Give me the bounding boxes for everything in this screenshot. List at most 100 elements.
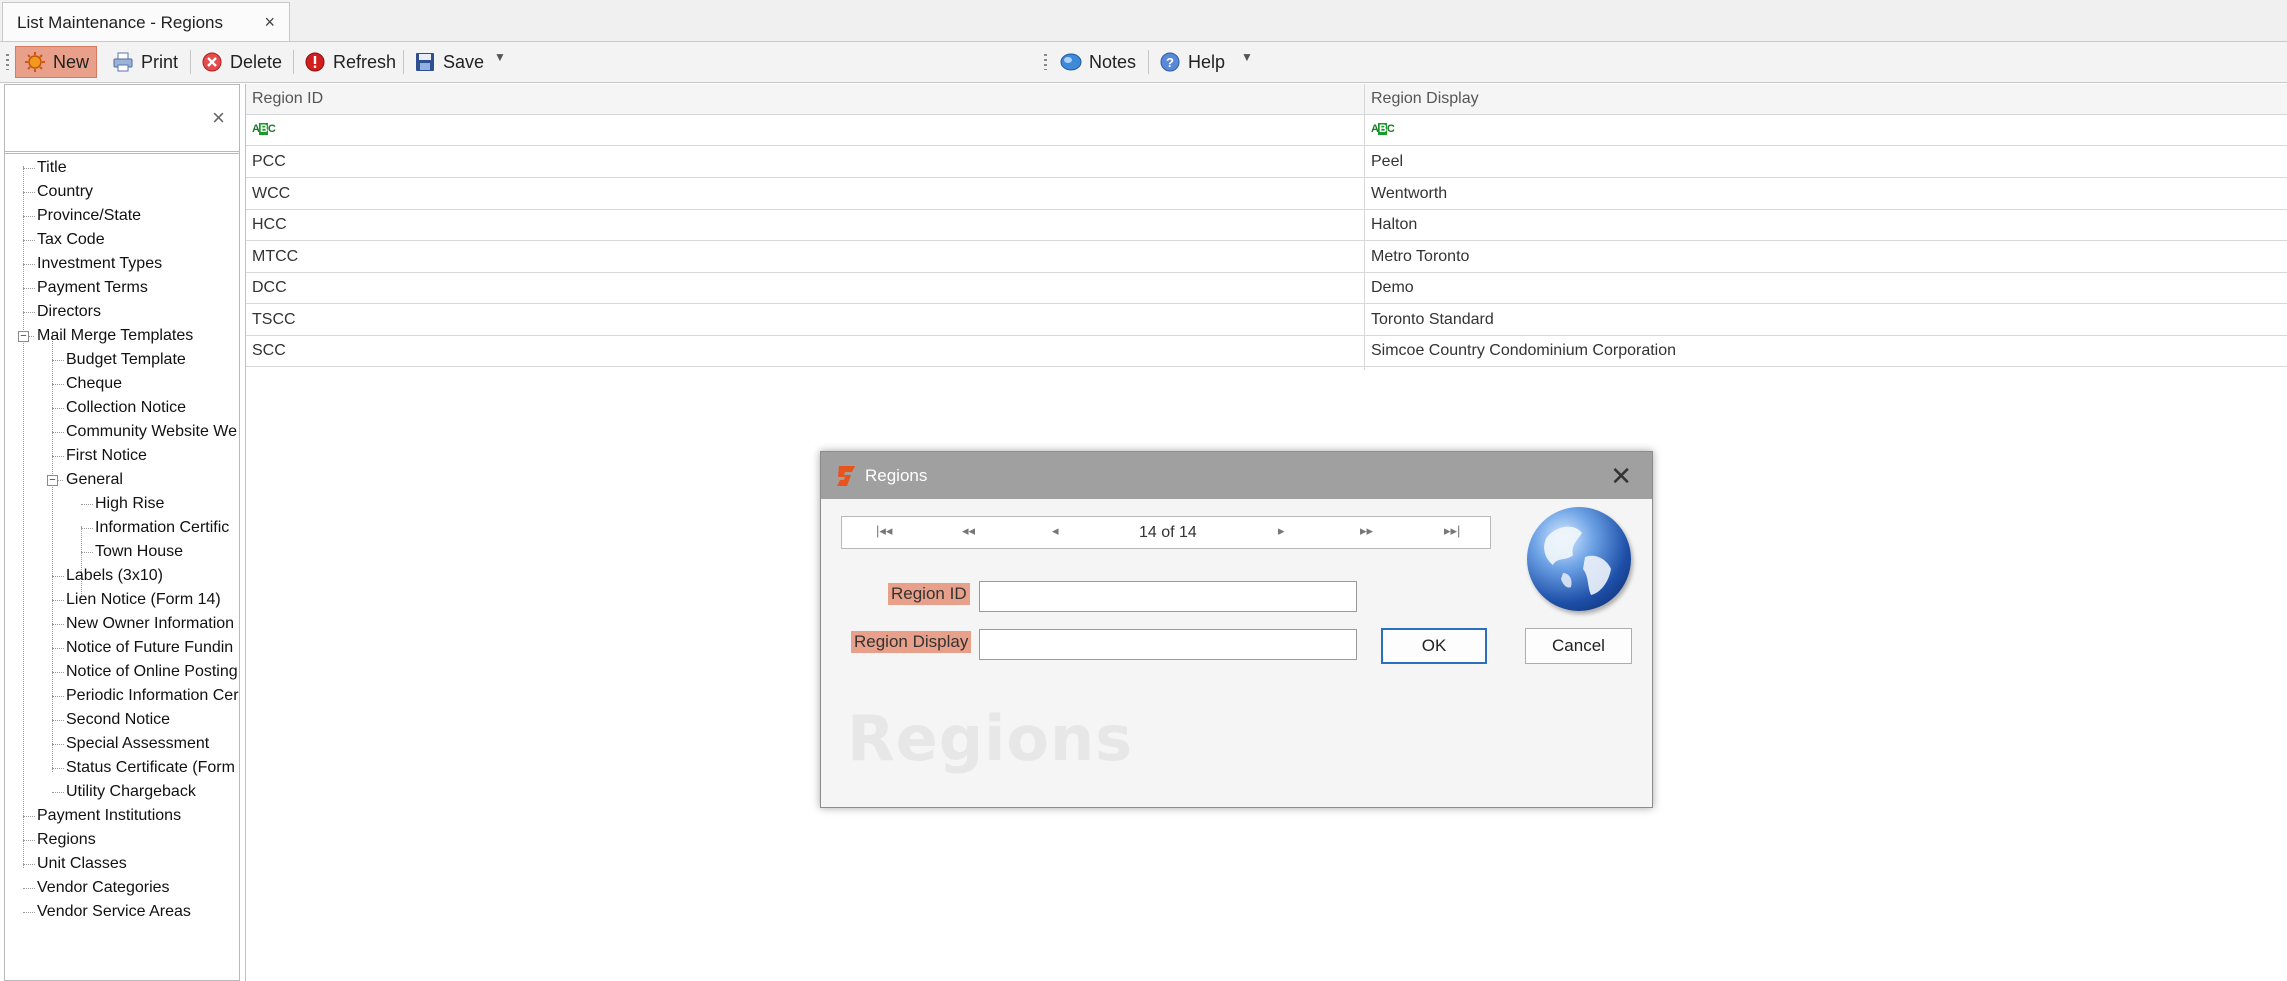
- tree-item[interactable]: Status Certificate (Form: [66, 756, 235, 780]
- tree-item[interactable]: Notice of Future Fundin: [66, 636, 233, 660]
- printer-icon: [112, 51, 134, 73]
- previous-record-icon[interactable]: ◂: [1052, 523, 1059, 539]
- tree-connector: [23, 864, 35, 865]
- column-header-region-id[interactable]: Region ID: [252, 90, 323, 108]
- tree-connector: [52, 648, 64, 649]
- tree-item[interactable]: Unit Classes: [37, 852, 127, 876]
- delete-label: Delete: [230, 51, 283, 72]
- tree-item[interactable]: Vendor Categories: [37, 876, 170, 900]
- tree-item[interactable]: Community Website We: [66, 420, 237, 444]
- record-position: 14 of 14: [1139, 524, 1197, 541]
- region-id-field[interactable]: [979, 581, 1357, 612]
- help-button[interactable]: ? Help: [1151, 46, 1233, 78]
- tree-item[interactable]: High Rise: [95, 492, 164, 516]
- tree-item[interactable]: Payment Institutions: [37, 804, 181, 828]
- collapse-minus-icon[interactable]: −: [18, 331, 29, 342]
- notes-button[interactable]: Notes: [1052, 46, 1144, 78]
- tree-item[interactable]: Payment Terms: [37, 276, 148, 300]
- cell-region-id[interactable]: TSCC: [252, 311, 296, 329]
- cell-region-display[interactable]: Peel: [1371, 153, 1403, 171]
- table-row[interactable]: TSCC Toronto Standard: [246, 304, 2287, 336]
- cell-region-id[interactable]: SCC: [252, 342, 286, 360]
- collapse-minus-icon[interactable]: −: [47, 475, 58, 486]
- tree-item[interactable]: Vendor Service Areas: [37, 900, 191, 924]
- tree-item[interactable]: Lien Notice (Form 14): [66, 588, 221, 612]
- save-button[interactable]: Save: [406, 46, 492, 78]
- dialog-close-icon[interactable]: ✕: [1610, 461, 1632, 492]
- refresh-button[interactable]: Refresh: [296, 46, 404, 78]
- filter-abc-icon[interactable]: ABC: [252, 123, 276, 135]
- tree-item[interactable]: Special Assessment: [66, 732, 209, 756]
- tree-connector: [52, 360, 64, 361]
- new-button[interactable]: New: [15, 46, 97, 78]
- cell-region-display[interactable]: Demo: [1371, 279, 1414, 297]
- dialog-title-bar[interactable]: Regions ✕: [821, 452, 1652, 499]
- tab-list-maintenance-regions[interactable]: List Maintenance - Regions ×: [2, 2, 290, 41]
- tree-connector: [23, 912, 35, 913]
- previous-page-icon[interactable]: ◂◂: [962, 523, 975, 539]
- tree-item[interactable]: Cheque: [66, 372, 122, 396]
- tree-item[interactable]: Utility Chargeback: [66, 780, 196, 804]
- cell-region-display[interactable]: Halton: [1371, 216, 1417, 234]
- region-display-field[interactable]: [979, 629, 1357, 660]
- tree-connector: [23, 888, 35, 889]
- panel-header: ×: [5, 85, 239, 152]
- tree-item[interactable]: Collection Notice: [66, 396, 186, 420]
- tree-connector: [52, 384, 64, 385]
- toolbar-grip[interactable]: [1044, 54, 1047, 70]
- table-row[interactable]: WCC Wentworth: [246, 178, 2287, 210]
- tree-item[interactable]: Tax Code: [37, 228, 105, 252]
- table-row[interactable]: PCC Peel: [246, 146, 2287, 178]
- cell-region-id[interactable]: PCC: [252, 153, 286, 171]
- toolbar-separator: [403, 50, 404, 74]
- tree-item[interactable]: Town House: [95, 540, 183, 564]
- cell-region-display[interactable]: Wentworth: [1371, 185, 1447, 203]
- tree-item[interactable]: Periodic Information Cer: [66, 684, 239, 708]
- cell-region-id[interactable]: DCC: [252, 279, 287, 297]
- first-record-icon[interactable]: |◂◂: [876, 523, 892, 539]
- last-record-icon[interactable]: ▸▸|: [1444, 523, 1460, 539]
- cancel-button[interactable]: Cancel: [1525, 628, 1632, 664]
- tree-item[interactable]: Second Notice: [66, 708, 170, 732]
- tree-item[interactable]: Country: [37, 180, 93, 204]
- column-header-region-display[interactable]: Region Display: [1371, 90, 1479, 108]
- tree-item[interactable]: Regions: [37, 828, 96, 852]
- cell-region-display[interactable]: Simcoe Country Condominium Corporation: [1371, 342, 1676, 360]
- filter-abc-icon[interactable]: ABC: [1371, 123, 1395, 135]
- tree-item[interactable]: Information Certific: [95, 516, 229, 540]
- tree-connector: [52, 600, 64, 601]
- print-button[interactable]: Print: [104, 46, 186, 78]
- next-record-icon[interactable]: ▸: [1278, 523, 1285, 539]
- navigation-panel: × Title Country Province/State Tax Code Inve…: [4, 84, 240, 981]
- cell-region-display[interactable]: Metro Toronto: [1371, 248, 1469, 266]
- tree-item[interactable]: First Notice: [66, 444, 147, 468]
- table-row[interactable]: DCC Demo: [246, 272, 2287, 304]
- cell-region-id[interactable]: WCC: [252, 185, 290, 203]
- tree-item[interactable]: New Owner Information: [66, 612, 234, 636]
- tree-item[interactable]: Labels (3x10): [66, 564, 163, 588]
- tree-item[interactable]: Budget Template: [66, 348, 186, 372]
- tree-item[interactable]: Investment Types: [37, 252, 162, 276]
- ok-button[interactable]: OK: [1381, 628, 1487, 664]
- close-panel-icon[interactable]: ×: [212, 105, 225, 131]
- cell-region-display[interactable]: Toronto Standard: [1371, 311, 1494, 329]
- toolbar-grip[interactable]: [6, 54, 9, 70]
- help-dropdown-chevron-down-icon[interactable]: ▼: [1241, 50, 1253, 64]
- next-page-icon[interactable]: ▸▸: [1360, 523, 1373, 539]
- save-dropdown-chevron-down-icon[interactable]: ▼: [494, 50, 506, 64]
- tree-item[interactable]: Title: [37, 156, 67, 180]
- delete-button[interactable]: Delete: [193, 46, 290, 78]
- app-logo-icon: [835, 464, 857, 493]
- table-row[interactable]: SCC Simcoe Country Condominium Corporatio…: [246, 335, 2287, 367]
- tree-item[interactable]: Notice of Online Posting: [66, 660, 238, 684]
- delete-icon: [201, 51, 223, 73]
- cell-region-id[interactable]: HCC: [252, 216, 287, 234]
- tree-item[interactable]: General: [66, 468, 123, 492]
- table-row[interactable]: MTCC Metro Toronto: [246, 241, 2287, 273]
- tree-item[interactable]: Province/State: [37, 204, 141, 228]
- tree-item[interactable]: Mail Merge Templates: [37, 324, 193, 348]
- tree-item[interactable]: Directors: [37, 300, 101, 324]
- cell-region-id[interactable]: MTCC: [252, 248, 298, 266]
- table-row[interactable]: HCC Halton: [246, 209, 2287, 241]
- tab-close-icon[interactable]: ×: [264, 12, 275, 33]
